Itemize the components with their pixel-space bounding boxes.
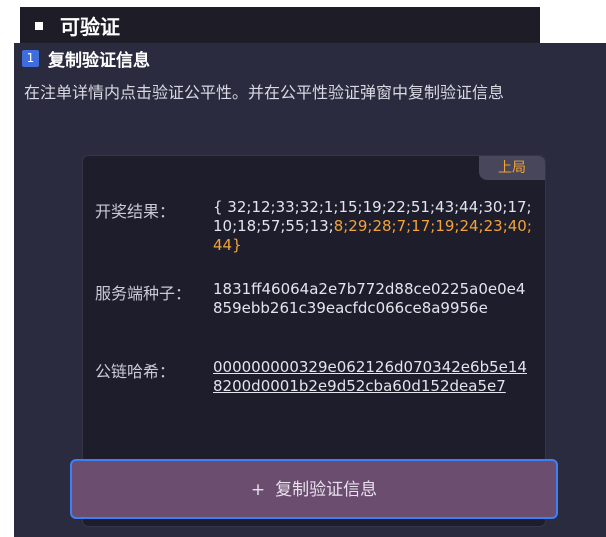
server-seed-value: 1831ff46064a2e7b772d88ce0225a0e0e4859ebb… — [213, 280, 526, 317]
draw-result-value: { 32;12;33;32;1;15;19;22;51;43;44;30;17;… — [213, 198, 533, 255]
copy-button-label: 复制验证信息 — [275, 480, 378, 500]
step-panel: 1 复制验证信息 在注单详情内点击验证公平性。并在公平性验证弹窗中复制验证信息 … — [14, 43, 606, 537]
chain-hash-row: 公链哈希： 000000000329e062126d070342e6b5e148… — [95, 358, 535, 428]
copy-verification-info-button[interactable]: + 复制验证信息 — [70, 459, 558, 519]
chain-hash-label: 公链哈希： — [95, 362, 176, 381]
draw-result-row: 开奖结果： { 32;12;33;32;1;15;19;22;51;43;44;… — [95, 198, 535, 278]
plus-icon: + — [250, 480, 266, 500]
step-number-badge: 1 — [22, 50, 39, 67]
section-header: 可验证 — [20, 7, 540, 47]
chain-hash-link[interactable]: 000000000329e062126d070342e6b5e148200d00… — [213, 358, 533, 396]
server-seed-row: 服务端种子： 1831ff46064a2e7b772d88ce0225a0e0e… — [95, 280, 535, 350]
draw-result-label: 开奖结果： — [95, 202, 176, 221]
previous-round-tag: 上局 — [479, 156, 545, 180]
bullet-icon — [35, 22, 43, 30]
step-title: 复制验证信息 — [48, 51, 150, 71]
server-seed-label: 服务端种子： — [95, 284, 192, 303]
step-description: 在注单详情内点击验证公平性。并在公平性验证弹窗中复制验证信息 — [24, 83, 505, 102]
section-title: 可验证 — [60, 15, 120, 39]
